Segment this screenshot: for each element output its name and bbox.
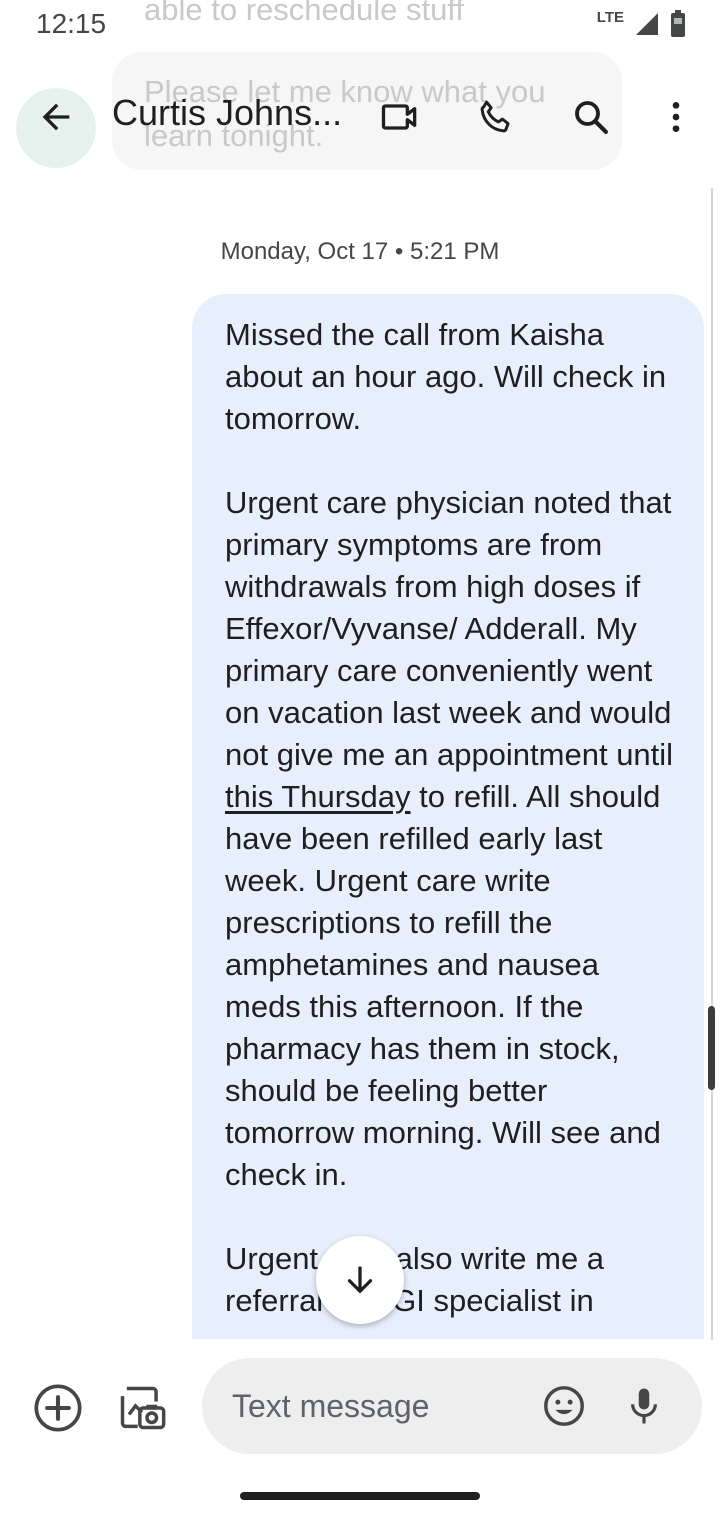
more-options-button[interactable] xyxy=(644,85,708,149)
scrollbar-track[interactable] xyxy=(711,188,713,1468)
status-bar: 12:15 LTE xyxy=(0,0,720,56)
signal-icon xyxy=(636,13,658,35)
message-text: Urgent care physician noted that primary… xyxy=(225,485,674,772)
gallery-button[interactable] xyxy=(110,1376,174,1440)
status-icons: LTE xyxy=(596,8,686,38)
scrollbar-thumb[interactable] xyxy=(708,1006,715,1090)
message-paragraph: Urgent care physician noted that primary… xyxy=(225,482,674,1196)
message-viewport: Missed the call from Kaisha about an hou… xyxy=(192,294,704,1339)
home-indicator[interactable] xyxy=(240,1492,480,1500)
back-button[interactable] xyxy=(24,85,88,149)
composer-bar: Text message xyxy=(0,1340,720,1480)
add-circle-icon xyxy=(34,1384,82,1432)
message-text: to refill. All should have been refilled… xyxy=(225,779,661,1192)
add-attachment-button[interactable] xyxy=(26,1376,90,1440)
emoji-icon xyxy=(544,1386,584,1426)
search-button[interactable] xyxy=(559,85,623,149)
scroll-down-arrow-icon xyxy=(347,1266,373,1293)
app-bar: Curtis Johns... xyxy=(0,56,720,180)
contact-name[interactable]: Curtis Johns... xyxy=(112,92,342,134)
battery-icon xyxy=(671,10,685,37)
more-vert-icon xyxy=(672,102,680,132)
phone-icon xyxy=(480,100,510,133)
sent-message-bubble[interactable]: Missed the call from Kaisha about an hou… xyxy=(192,294,704,1339)
gallery-icon xyxy=(120,1386,166,1430)
emoji-button[interactable] xyxy=(532,1374,596,1438)
video-call-button[interactable] xyxy=(368,85,432,149)
video-call-icon xyxy=(381,104,417,130)
mic-icon xyxy=(631,1388,657,1424)
search-icon xyxy=(575,101,608,134)
scroll-to-bottom-button[interactable] xyxy=(316,1236,404,1324)
message-input-placeholder: Text message xyxy=(232,1388,430,1424)
call-button[interactable] xyxy=(464,85,528,149)
voice-input-button[interactable] xyxy=(612,1374,676,1438)
message-timestamp: Monday, Oct 17 • 5:21 PM xyxy=(220,238,500,265)
network-type: LTE xyxy=(596,8,624,26)
back-arrow-icon xyxy=(42,103,70,131)
message-paragraph: Missed the call from Kaisha about an hou… xyxy=(225,317,667,436)
message-input[interactable]: Text message xyxy=(202,1358,702,1454)
date-link[interactable]: this Thursday xyxy=(225,779,411,814)
message-paragraph: Urgent care also write me a referral to … xyxy=(225,1241,605,1318)
status-time: 12:15 xyxy=(36,8,107,39)
